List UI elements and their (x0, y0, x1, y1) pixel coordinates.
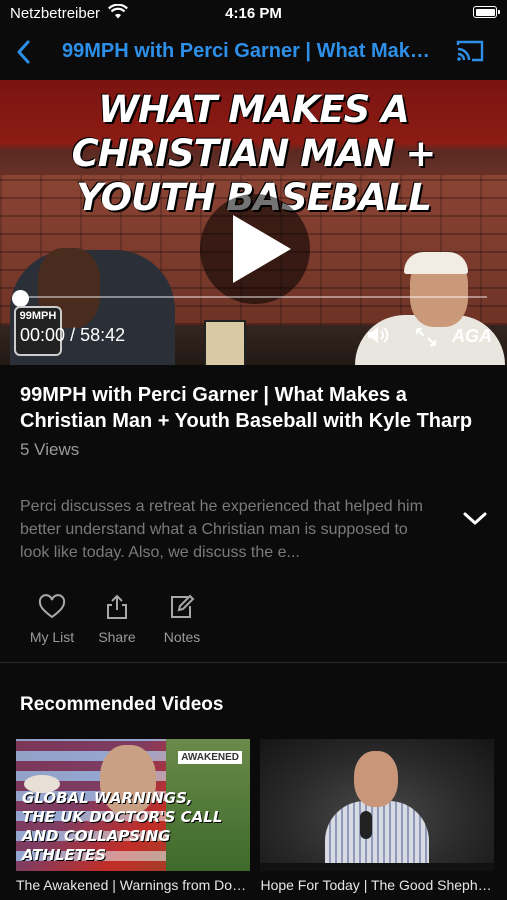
speaker-head (354, 751, 399, 807)
guest-cap (404, 252, 468, 274)
notes-label: Notes (163, 629, 201, 645)
time-display: 00:00 / 58:42 (20, 325, 125, 346)
chevron-down-icon (463, 512, 487, 525)
fullscreen-button[interactable] (414, 326, 438, 353)
expand-description-button[interactable] (462, 510, 488, 533)
recommended-card[interactable]: Hope For Today | The Good Shepherd (260, 739, 495, 893)
lower-third-bar (260, 863, 495, 871)
back-button[interactable] (14, 38, 34, 71)
thumbnail-tag: AWAKENED (178, 751, 242, 764)
heart-icon (38, 594, 66, 619)
time-separator: / (70, 325, 76, 345)
speaker-body (325, 801, 430, 871)
share-icon (107, 594, 127, 619)
wall-poster (204, 320, 246, 365)
recommended-carousel[interactable]: AWAKENED GLOBAL WARNINGS, THE UK DOCTOR'… (16, 739, 507, 900)
action-bar: My List Share Notes (20, 594, 215, 645)
section-divider (0, 662, 507, 663)
cast-icon (456, 40, 484, 62)
nav-title: 99MPH with Perci Garner | What Makes a C… (62, 40, 437, 62)
battery-icon (473, 6, 500, 18)
brand-watermark: AGA (452, 326, 492, 346)
play-button[interactable] (200, 194, 310, 304)
expand-icon (415, 327, 437, 347)
recommended-card[interactable]: AWAKENED GLOBAL WARNINGS, THE UK DOCTOR'… (16, 739, 250, 893)
seek-knob[interactable] (12, 290, 29, 307)
recommended-title: The Awakened | Warnings from Doctors (16, 877, 250, 893)
volume-button[interactable] (366, 324, 390, 351)
clock: 4:16 PM (225, 5, 282, 22)
duration: 58:42 (80, 325, 126, 345)
chevron-left-icon (17, 40, 30, 64)
my-list-label: My List (29, 629, 75, 645)
speaker-icon (368, 327, 389, 343)
edit-icon (171, 594, 195, 618)
nav-bar: 99MPH with Perci Garner | What Makes a C… (0, 28, 507, 76)
video-title: 99MPH with Perci Garner | What Makes a C… (20, 384, 473, 432)
video-info: 99MPH with Perci Garner | What Makes a C… (20, 382, 487, 460)
notes-button[interactable]: Notes (150, 594, 214, 645)
video-thumbnail[interactable] (260, 739, 495, 871)
my-list-button[interactable]: My List (20, 594, 84, 645)
share-button[interactable]: Share (85, 594, 149, 645)
video-thumbnail[interactable]: AWAKENED GLOBAL WARNINGS, THE UK DOCTOR'… (16, 739, 250, 871)
current-time: 00:00 (20, 325, 66, 345)
recommended-title: Hope For Today | The Good Shepherd (260, 877, 495, 893)
recommended-heading: Recommended Videos (20, 694, 224, 715)
share-label: Share (98, 629, 136, 645)
thumbnail-caption: GLOBAL WARNINGS, THE UK DOCTOR'S CALL AN… (22, 789, 223, 864)
video-player[interactable]: WHAT MAKES A CHRISTIAN MAN + YOUTH BASEB… (0, 80, 507, 365)
status-bar: Netzbetreiber 4:16 PM (0, 0, 507, 26)
view-count: 5 Views (20, 440, 80, 459)
microphone-graphic (360, 811, 373, 839)
video-description[interactable]: Perci discusses a retreat he experienced… (20, 495, 440, 564)
seek-bar[interactable] (20, 296, 487, 298)
cast-button[interactable] (455, 39, 485, 68)
